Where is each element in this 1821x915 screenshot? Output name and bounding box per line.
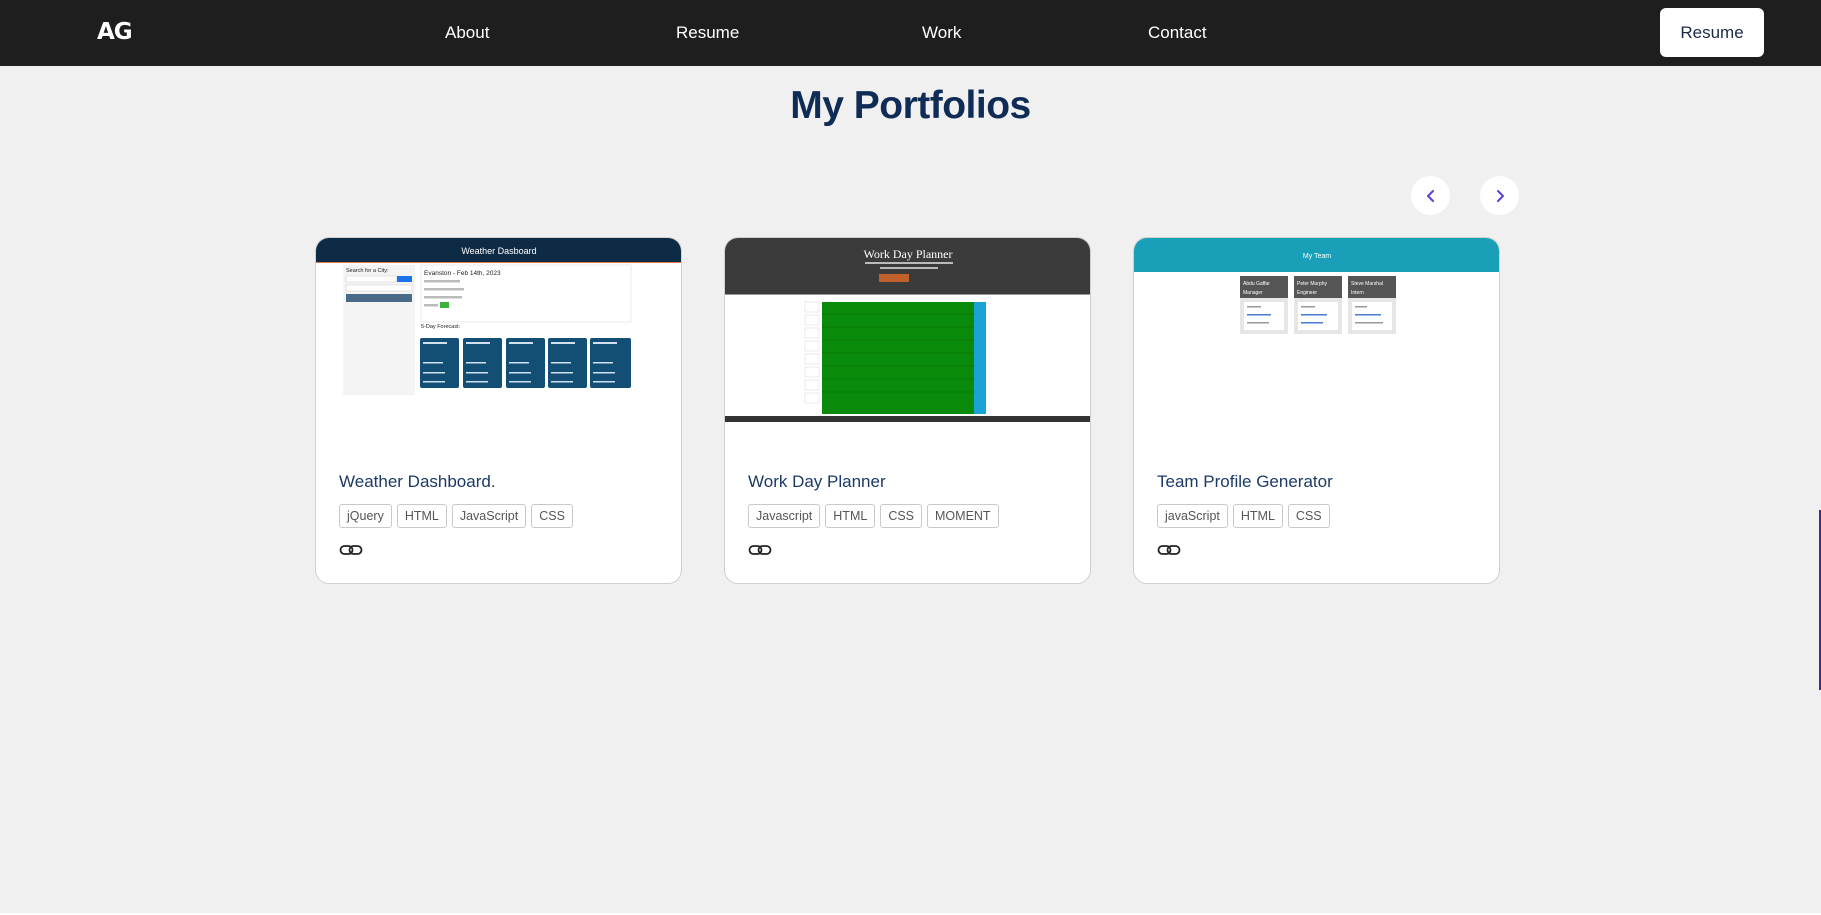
- tag-moment: MOMENT: [927, 504, 999, 528]
- tag-javascript: javaScript: [1157, 504, 1228, 528]
- member-role: Intern: [1351, 290, 1364, 296]
- project-card-work-day-planner[interactable]: Work Day Planner Work Day Planner Javasc…: [724, 237, 1091, 584]
- project-preview-image: My Team Abdu Gaffar Manager Peter Murphy…: [1134, 238, 1499, 438]
- tag-css: CSS: [1287, 504, 1330, 528]
- carousel-next-button[interactable]: [1480, 176, 1519, 215]
- tag-html: HTML: [396, 504, 447, 528]
- project-tags: javaScript HTML CSS: [1157, 504, 1330, 528]
- page-title: My Portfolios: [790, 84, 1031, 127]
- member-name: Steve Marshal: [1351, 281, 1383, 287]
- preview-forecast-label: 5-Day Forecast:: [421, 324, 461, 330]
- member-name: Abdu Gaffar: [1243, 281, 1270, 287]
- nav-link-contact[interactable]: Contact: [1148, 23, 1207, 43]
- preview-city-line: Evanston - Feb 14th, 2023: [424, 270, 501, 277]
- project-tags: jQuery HTML JavaScript CSS: [339, 504, 573, 528]
- project-preview-image: Weather Dasboard Search for a City: Evan…: [316, 238, 681, 438]
- tag-jquery: jQuery: [339, 504, 392, 528]
- preview-header-text: My Team: [1303, 253, 1331, 260]
- chevron-right-icon: [1496, 189, 1504, 202]
- member-name: Peter Murphy: [1297, 281, 1328, 287]
- link-icon[interactable]: [1157, 542, 1181, 558]
- project-title[interactable]: Work Day Planner: [748, 472, 886, 492]
- preview-header-text: Weather Dasboard: [461, 246, 536, 256]
- project-card-team-profile-generator[interactable]: My Team Abdu Gaffar Manager Peter Murphy…: [1133, 237, 1500, 584]
- project-tags: Javascript HTML CSS MOMENT: [748, 504, 999, 528]
- preview-search-label: Search for a City:: [346, 268, 389, 274]
- link-icon[interactable]: [339, 542, 363, 558]
- tag-javascript: Javascript: [748, 504, 821, 528]
- tag-javascript: JavaScript: [451, 504, 527, 528]
- project-card-weather-dashboard[interactable]: Weather Dasboard Search for a City: Evan…: [315, 237, 682, 584]
- site-logo[interactable]: AG: [97, 19, 133, 45]
- top-navbar: AG About Resume Work Contact Resume: [0, 0, 1821, 66]
- tag-html: HTML: [825, 504, 876, 528]
- project-title[interactable]: Weather Dashboard.: [339, 472, 496, 492]
- tag-html: HTML: [1232, 504, 1283, 528]
- project-preview-image: Work Day Planner: [725, 238, 1090, 438]
- member-role: Engineer: [1297, 290, 1317, 296]
- tag-css: CSS: [880, 504, 923, 528]
- project-title[interactable]: Team Profile Generator: [1157, 472, 1333, 492]
- nav-link-about[interactable]: About: [445, 23, 489, 43]
- link-icon[interactable]: [748, 542, 772, 558]
- tag-css: CSS: [531, 504, 573, 528]
- member-role: Manager: [1243, 290, 1263, 296]
- nav-link-work[interactable]: Work: [922, 23, 961, 43]
- carousel-prev-button[interactable]: [1411, 176, 1450, 215]
- chevron-left-icon: [1426, 189, 1434, 202]
- resume-button[interactable]: Resume: [1660, 8, 1764, 57]
- nav-link-resume[interactable]: Resume: [676, 23, 739, 43]
- preview-header-text: Work Day Planner: [863, 247, 952, 261]
